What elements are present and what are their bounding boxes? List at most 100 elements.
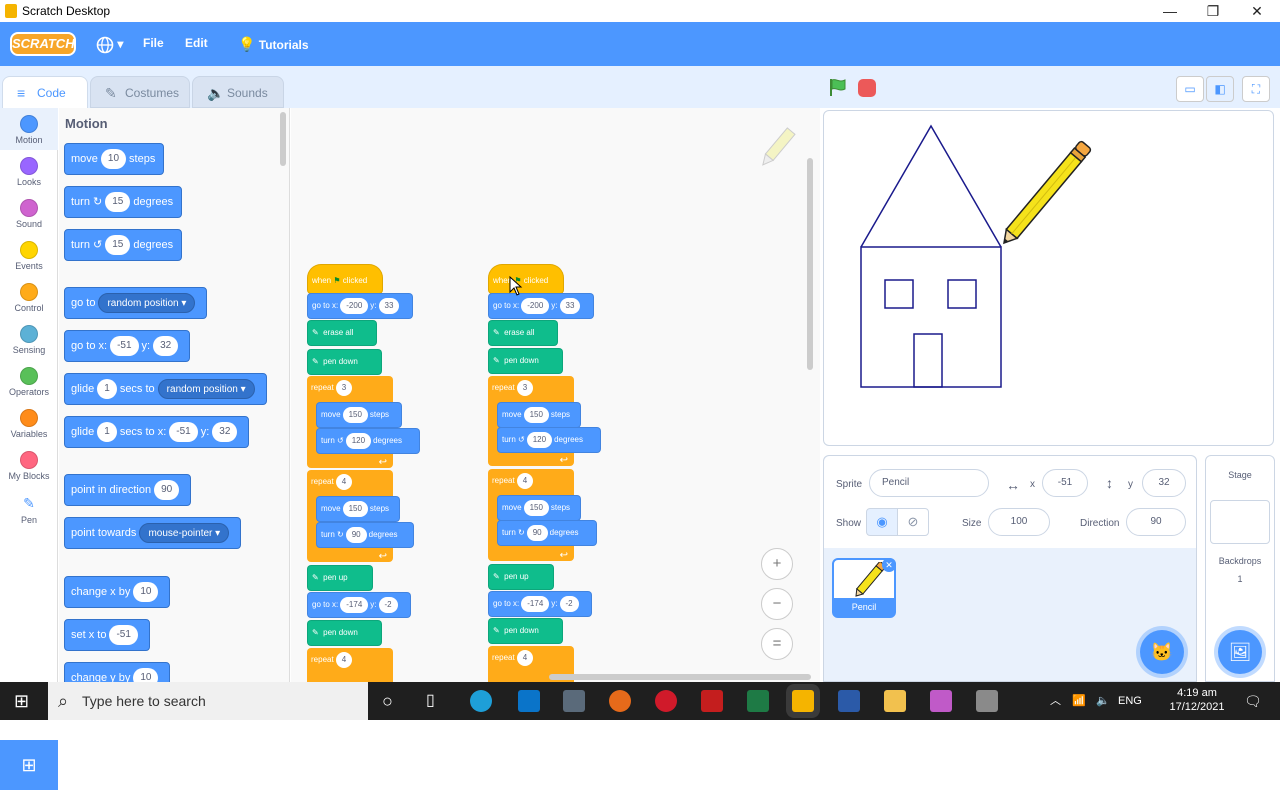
stage-selector[interactable]: Stage Backdrops 1 🖼 (1205, 455, 1275, 682)
volume-icon[interactable]: 🔈 (1096, 682, 1110, 720)
y-input[interactable]: 33 (378, 297, 400, 314)
degrees-input[interactable]: 15 (105, 192, 131, 213)
point-in-direction-block[interactable]: point in direction 90 (64, 474, 192, 506)
start-button[interactable]: ⊞ (14, 682, 29, 720)
pen-up-block[interactable]: ✎ pen up (488, 564, 554, 590)
tab-sounds[interactable]: 🔈 Sounds (192, 76, 284, 108)
pen-down-block[interactable]: ✎ pen down (488, 348, 563, 374)
file-explorer-icon[interactable] (884, 690, 906, 712)
x-input[interactable]: -200 (340, 297, 369, 314)
secs-input[interactable]: 1 (97, 379, 117, 400)
notifications-icon[interactable]: 🗨 (1244, 682, 1262, 720)
x-input[interactable]: -51 (109, 625, 138, 646)
move-steps-block[interactable]: move 150 steps (316, 402, 402, 428)
minimize-button[interactable]: — (1150, 1, 1190, 21)
erase-all-block[interactable]: ✎ erase all (488, 320, 558, 346)
y-input[interactable]: -2 (559, 595, 579, 612)
delete-sprite-button[interactable]: ✕ (882, 558, 896, 572)
edit-menu[interactable]: Edit (185, 36, 208, 50)
add-extension-button[interactable]: ⊞ (0, 740, 58, 790)
category-events[interactable]: Events (0, 234, 58, 276)
small-stage-button[interactable]: ▭ (1176, 76, 1204, 102)
repeat-count-input[interactable]: 4 (516, 473, 534, 489)
zoom-reset-button[interactable]: = (761, 628, 793, 660)
zoom-out-button[interactable]: − (761, 588, 793, 620)
x-input[interactable]: -200 (521, 297, 550, 314)
maximize-button[interactable]: ❐ (1193, 1, 1233, 21)
steps-input[interactable]: 10 (100, 149, 127, 170)
script-horizontal-scrollbar[interactable] (549, 674, 811, 680)
hide-sprite-button[interactable]: ⊘ (897, 508, 929, 536)
language-indicator[interactable]: ENG (1118, 682, 1142, 720)
when-flag-clicked-hat[interactable]: when ⚑ clicked (488, 264, 564, 294)
scratch-logo[interactable]: SCRATCH (10, 32, 76, 56)
paint-3d-icon[interactable] (930, 690, 952, 712)
category-looks[interactable]: Looks (0, 150, 58, 192)
erase-all-block[interactable]: ✎ erase all (307, 320, 377, 346)
move-steps-block[interactable]: move 150 steps (316, 496, 400, 522)
palette-scrollbar[interactable] (280, 112, 286, 166)
pen-up-block[interactable]: ✎ pen up (307, 565, 373, 591)
x-input[interactable]: -51 (110, 336, 139, 357)
go-to-xy-block[interactable]: go to x: -51 y: 32 (64, 330, 191, 362)
green-flag-button[interactable] (828, 78, 848, 96)
scratch-taskbar-icon[interactable] (792, 690, 814, 712)
x-input[interactable]: 10 (133, 582, 159, 603)
script-vertical-scrollbar[interactable] (807, 158, 813, 370)
turn-right-block[interactable]: turn ↻ 90 degrees (316, 522, 414, 548)
tutorials-menu[interactable]: 💡 Tutorials (238, 36, 309, 53)
target-dropdown[interactable]: random position ▾ (157, 379, 255, 400)
y-input[interactable]: 32 (153, 336, 179, 357)
tray-expand-icon[interactable]: ︿ (1050, 682, 1061, 720)
steps-input[interactable]: 150 (523, 406, 549, 423)
point-towards-block[interactable]: point towards mouse-pointer ▾ (64, 517, 242, 549)
tab-code[interactable]: ≡ Code (2, 76, 88, 108)
close-button[interactable]: ✕ (1237, 1, 1277, 21)
x-input[interactable]: -51 (1042, 469, 1088, 497)
taskbar-search-input[interactable]: ⌕ Type here to search (48, 682, 368, 720)
wifi-icon[interactable]: 📶 (1072, 682, 1086, 720)
repeat-count-input[interactable]: 4 (335, 474, 353, 490)
stop-button[interactable] (858, 79, 876, 97)
go-to-xy-block[interactable]: go to x: -174 y: -2 (488, 591, 592, 617)
turn-left-block[interactable]: turn ↺ 120 degrees (316, 428, 420, 454)
category-pen[interactable]: ✎ Pen (0, 488, 58, 530)
sprite-thumbnail-pencil[interactable]: ✕ Pencil (832, 558, 896, 618)
y-input[interactable]: 10 (133, 668, 159, 682)
go-to-xy-block[interactable]: go to x: -200 y: 33 (488, 293, 594, 319)
opera-icon[interactable] (655, 690, 677, 712)
camera-icon[interactable] (563, 690, 585, 712)
cortana-icon[interactable]: ○ (382, 682, 393, 720)
pen-down-block[interactable]: ✎ pen down (307, 620, 382, 646)
go-to-xy-block[interactable]: go to x: -174 y: -2 (307, 592, 411, 618)
size-input[interactable]: 100 (988, 508, 1050, 536)
y-input[interactable]: 32 (1142, 469, 1186, 497)
firefox-icon[interactable] (609, 690, 631, 712)
steps-input[interactable]: 150 (342, 500, 368, 517)
direction-input[interactable]: 90 (1126, 508, 1186, 536)
turn-right-block[interactable]: turn ↻ 15 degrees (64, 186, 183, 218)
y-input[interactable]: -2 (378, 596, 398, 613)
category-variables[interactable]: Variables (0, 402, 58, 444)
degrees-input[interactable]: 90 (526, 524, 548, 541)
y-input[interactable]: 32 (212, 422, 238, 443)
normal-stage-button[interactable]: ◧ (1206, 76, 1234, 102)
word-icon[interactable] (838, 690, 860, 712)
stage-thumbnail[interactable] (1210, 500, 1270, 544)
set-x-block[interactable]: set x to -51 (64, 619, 150, 651)
file-menu[interactable]: File (143, 36, 164, 50)
steps-input[interactable]: 150 (342, 406, 368, 423)
choose-sprite-button[interactable]: 🐱 (1140, 630, 1184, 674)
clock[interactable]: 4:19 am 17/12/2021 (1162, 686, 1232, 714)
degrees-input[interactable]: 120 (345, 432, 372, 449)
repeat-count-input[interactable]: 4 (516, 650, 534, 666)
zoom-in-button[interactable]: + (761, 548, 793, 580)
move-steps-block[interactable]: move 150 steps (497, 402, 581, 428)
task-view-icon[interactable]: ▯ (426, 682, 435, 720)
repeat-count-input[interactable]: 3 (335, 380, 353, 396)
pen-down-block[interactable]: ✎ pen down (307, 349, 382, 375)
go-to-xy-block[interactable]: go to x: -200 y: 33 (307, 293, 413, 319)
y-input[interactable]: 33 (559, 297, 581, 314)
steps-input[interactable]: 150 (523, 499, 549, 516)
stage-canvas[interactable] (823, 110, 1274, 446)
